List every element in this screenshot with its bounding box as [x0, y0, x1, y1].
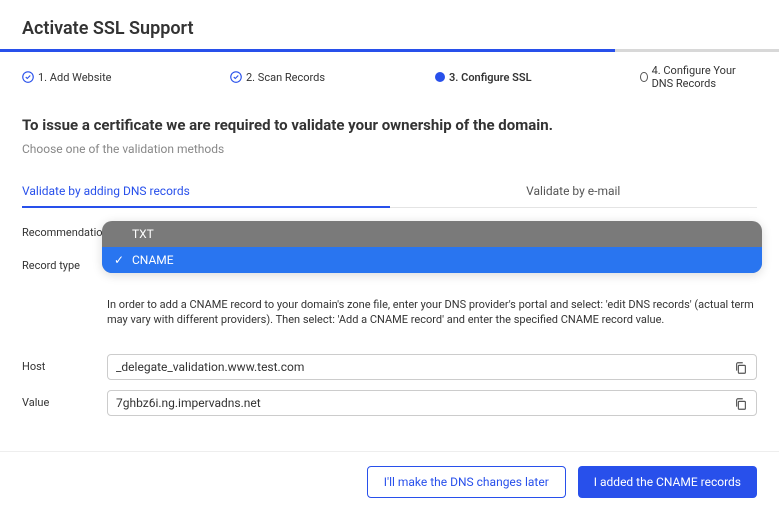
value-value: 7ghbz6i.ng.impervadns.net	[116, 396, 734, 410]
host-label: Host	[22, 354, 107, 373]
future-step-icon	[640, 72, 648, 82]
later-button[interactable]: I'll make the DNS changes later	[367, 466, 566, 498]
footer: I'll make the DNS changes later I added …	[0, 451, 779, 512]
wizard-steps: 1. Add Website 2. Scan Records 3. Config…	[0, 64, 779, 116]
value-input[interactable]: 7ghbz6i.ng.impervadns.net	[107, 390, 757, 416]
step-label: 4. Configure Your DNS Records	[652, 64, 757, 90]
option-txt[interactable]: TXT	[102, 221, 762, 247]
option-cname[interactable]: CNAME	[102, 247, 762, 273]
record-type-hint: In order to add a CNAME record to your d…	[107, 297, 757, 328]
step-scan-records[interactable]: 2. Scan Records	[230, 64, 435, 90]
host-value: _delegate_validation.www.test.com	[116, 360, 734, 374]
copy-icon[interactable]	[734, 360, 748, 374]
tab-dns[interactable]: Validate by adding DNS records	[22, 176, 390, 208]
content-heading: To issue a certificate we are required t…	[22, 116, 757, 134]
added-button[interactable]: I added the CNAME records	[578, 466, 757, 498]
content-subheading: Choose one of the validation methods	[22, 142, 757, 156]
check-icon	[230, 71, 242, 83]
step-add-website[interactable]: 1. Add Website	[22, 64, 230, 90]
copy-icon[interactable]	[734, 396, 748, 410]
check-icon	[22, 71, 34, 83]
step-configure-dns[interactable]: 4. Configure Your DNS Records	[640, 64, 757, 90]
current-step-icon	[435, 72, 445, 82]
page-title: Activate SSL Support	[0, 0, 779, 49]
validation-tabs: Validate by adding DNS records Validate …	[22, 176, 757, 208]
progress-bar	[0, 49, 779, 52]
step-label: 3. Configure SSL	[449, 71, 532, 84]
tab-email[interactable]: Validate by e-mail	[390, 176, 758, 207]
record-type-label: Record type	[22, 253, 107, 272]
step-label: 2. Scan Records	[246, 71, 325, 84]
progress-fill	[0, 49, 615, 52]
value-label: Value	[22, 390, 107, 409]
record-type-dropdown: TXT CNAME	[102, 221, 762, 273]
step-label: 1. Add Website	[38, 71, 112, 84]
step-configure-ssl[interactable]: 3. Configure SSL	[435, 64, 640, 90]
host-input[interactable]: _delegate_validation.www.test.com	[107, 354, 757, 380]
